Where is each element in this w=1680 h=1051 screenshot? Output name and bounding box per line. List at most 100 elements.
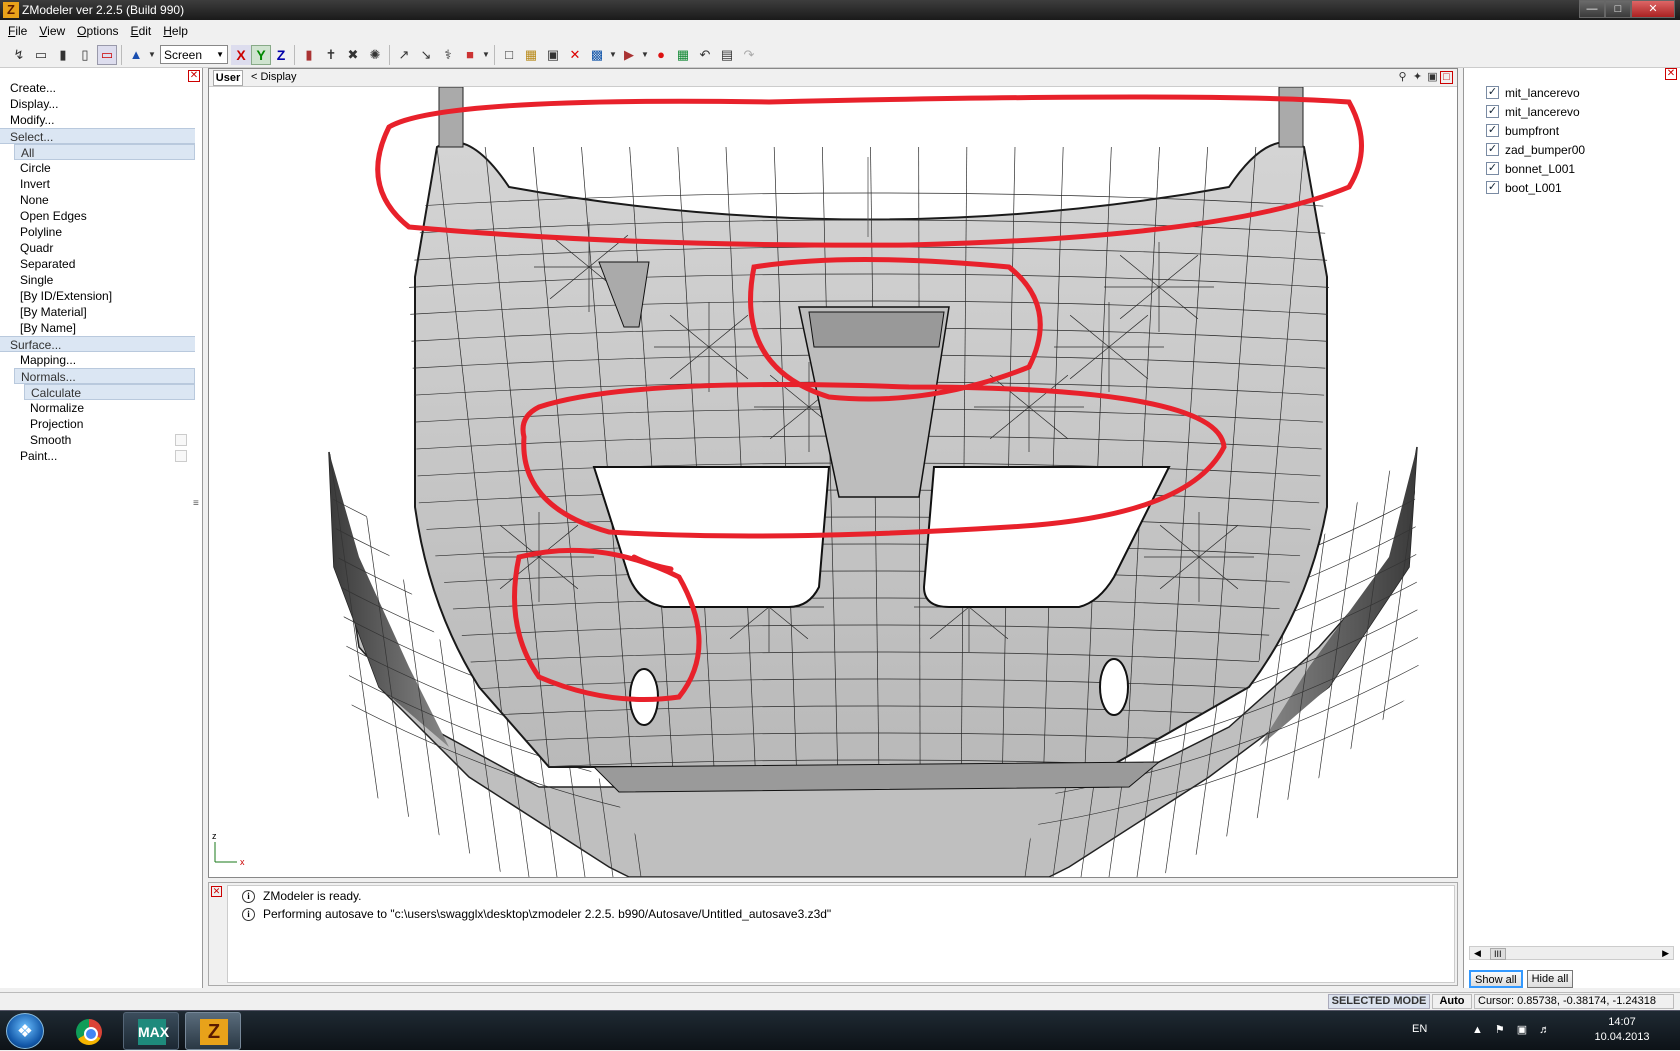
fit-icon[interactable]: ▣	[1425, 70, 1440, 85]
material-icon[interactable]: ●	[651, 45, 671, 65]
cube-faces-icon[interactable]: ▮	[53, 45, 73, 65]
axis-y-toggle[interactable]: Y	[251, 44, 271, 65]
maximize-viewport-icon[interactable]: □	[1440, 71, 1453, 84]
tray-icons[interactable]: ▲⚑▣♬	[1472, 1023, 1562, 1036]
command-by-material[interactable]: [By Material]	[0, 304, 195, 320]
walk-icon[interactable]: ⚕	[438, 45, 458, 65]
object-item[interactable]: ✓ bumpfront	[1486, 121, 1585, 140]
texture-icon[interactable]: ▦	[673, 45, 693, 65]
clock[interactable]: 14:07 10.04.2013	[1582, 1015, 1662, 1045]
taskbar-3dsmax[interactable]: MAX	[123, 1012, 179, 1050]
move-icon[interactable]: ✝	[321, 45, 341, 65]
properties-icon[interactable]: ▤	[717, 45, 737, 65]
command-by-id-extension[interactable]: [By ID/Extension]	[0, 288, 195, 304]
viewport[interactable]: User < Display ⚲ ✦ ▣ □ z x	[208, 68, 1458, 878]
tool-c-icon[interactable]: ■	[460, 45, 480, 65]
command-by-name[interactable]: [By Name]	[0, 320, 195, 336]
option-checkbox[interactable]	[175, 450, 187, 462]
command-polyline[interactable]: Polyline	[0, 224, 195, 240]
hide-all-button[interactable]: Hide all	[1526, 970, 1574, 988]
model-render[interactable]: z x	[209, 87, 1457, 877]
coord-system-select[interactable]: Screen ▼	[160, 45, 228, 64]
export-icon[interactable]: ▶	[619, 45, 639, 65]
command-select[interactable]: Select...	[0, 128, 195, 144]
dropdown-arrow-icon[interactable]: ▼	[641, 45, 649, 65]
close-objects-panel-icon[interactable]: ✕	[1665, 68, 1677, 80]
dropdown-arrow-icon[interactable]: ▼	[148, 45, 156, 65]
command-normals[interactable]: Normals...	[14, 368, 195, 384]
taskbar-chrome[interactable]	[60, 1012, 116, 1050]
dropdown-arrow-icon[interactable]: ▼	[609, 45, 617, 65]
open-folder-icon[interactable]: ▦	[521, 45, 541, 65]
undo-icon[interactable]: ↶	[695, 45, 715, 65]
splitter-grip-icon[interactable]: ≡	[193, 498, 199, 509]
object-item[interactable]: ✓ mit_lancerevo	[1486, 102, 1585, 121]
dropdown-arrow-icon[interactable]: ▼	[482, 45, 490, 65]
menu-edit[interactable]: Edit	[131, 24, 152, 38]
menu-help[interactable]: Help	[163, 24, 188, 38]
delete-icon[interactable]: ✕	[565, 45, 585, 65]
axis-x-toggle[interactable]: X	[231, 44, 251, 65]
redo-icon[interactable]: ↷	[739, 45, 759, 65]
close-log-icon[interactable]: ✕	[211, 886, 222, 897]
pan-icon[interactable]: ✦	[1410, 70, 1425, 85]
visibility-checkbox[interactable]: ✓	[1486, 143, 1499, 156]
visibility-checkbox[interactable]: ✓	[1486, 105, 1499, 118]
maximize-button[interactable]: □	[1605, 0, 1631, 18]
object-item[interactable]: ✓ boot_L001	[1486, 178, 1585, 197]
visibility-checkbox[interactable]: ✓	[1486, 162, 1499, 175]
command-single[interactable]: Single	[0, 272, 195, 288]
command-separated[interactable]: Separated	[0, 256, 195, 272]
axis-z-toggle[interactable]: Z	[271, 45, 291, 65]
command-projection[interactable]: Projection	[0, 416, 195, 432]
cube-icon[interactable]: ▭	[31, 45, 51, 65]
zoom-icon[interactable]: ⚲	[1395, 70, 1410, 85]
scale-icon[interactable]: ✖	[343, 45, 363, 65]
viewport-breadcrumb[interactable]: < Display	[251, 71, 297, 83]
new-file-icon[interactable]: □	[499, 45, 519, 65]
minimize-button[interactable]: —	[1579, 0, 1605, 18]
command-paint[interactable]: Paint...	[0, 448, 195, 464]
eraser-icon[interactable]: ▮	[299, 45, 319, 65]
save-icon[interactable]: ▣	[543, 45, 563, 65]
command-calculate[interactable]: Calculate	[24, 384, 195, 400]
command-circle[interactable]: Circle	[0, 160, 195, 176]
import-icon[interactable]: ▩	[587, 45, 607, 65]
rotate-icon[interactable]: ✺	[365, 45, 385, 65]
show-all-button[interactable]: Show all	[1469, 970, 1523, 988]
command-open-edges[interactable]: Open Edges	[0, 208, 195, 224]
menu-view[interactable]: View	[39, 24, 65, 38]
option-checkbox[interactable]	[175, 434, 187, 446]
close-button[interactable]: ✕	[1631, 0, 1675, 18]
tool-a-icon[interactable]: ↗	[394, 45, 414, 65]
command-surface[interactable]: Surface...	[0, 336, 195, 352]
command-smooth[interactable]: Smooth	[0, 432, 195, 448]
select-vertex-icon[interactable]: ↯	[9, 45, 29, 65]
command-none[interactable]: None	[0, 192, 195, 208]
menu-options[interactable]: Options	[77, 24, 118, 38]
visibility-checkbox[interactable]: ✓	[1486, 86, 1499, 99]
start-button[interactable]: ❖	[6, 1013, 44, 1049]
object-item[interactable]: ✓ bonnet_L001	[1486, 159, 1585, 178]
render-mode-icon[interactable]: ▲	[126, 45, 146, 65]
command-normalize[interactable]: Normalize	[0, 400, 195, 416]
object-item[interactable]: ✓ mit_lancerevo	[1486, 83, 1585, 102]
selection-mode-indicator[interactable]: SELECTED MODE	[1328, 994, 1430, 1009]
object-item[interactable]: ✓ zad_bumper00	[1486, 140, 1585, 159]
tool-b-icon[interactable]: ↘	[416, 45, 436, 65]
cube-objects-icon[interactable]: ▯	[75, 45, 95, 65]
command-quadr[interactable]: Quadr	[0, 240, 195, 256]
command-display[interactable]: Display...	[0, 96, 195, 112]
object-list-scrollbar[interactable]: ◀ III ▶	[1469, 946, 1674, 960]
visibility-checkbox[interactable]: ✓	[1486, 181, 1499, 194]
cube-active-icon[interactable]: ▭	[97, 44, 117, 65]
command-invert[interactable]: Invert	[0, 176, 195, 192]
command-create[interactable]: Create...	[0, 80, 195, 96]
command-all[interactable]: All	[14, 144, 195, 160]
command-modify[interactable]: Modify...	[0, 112, 195, 128]
snap-mode-indicator[interactable]: Auto	[1432, 994, 1472, 1009]
command-mapping[interactable]: Mapping...	[0, 352, 195, 368]
taskbar-zmodeler[interactable]: Z	[185, 1012, 241, 1050]
language-indicator[interactable]: EN	[1412, 1023, 1427, 1035]
view-name-button[interactable]: User	[213, 70, 243, 86]
